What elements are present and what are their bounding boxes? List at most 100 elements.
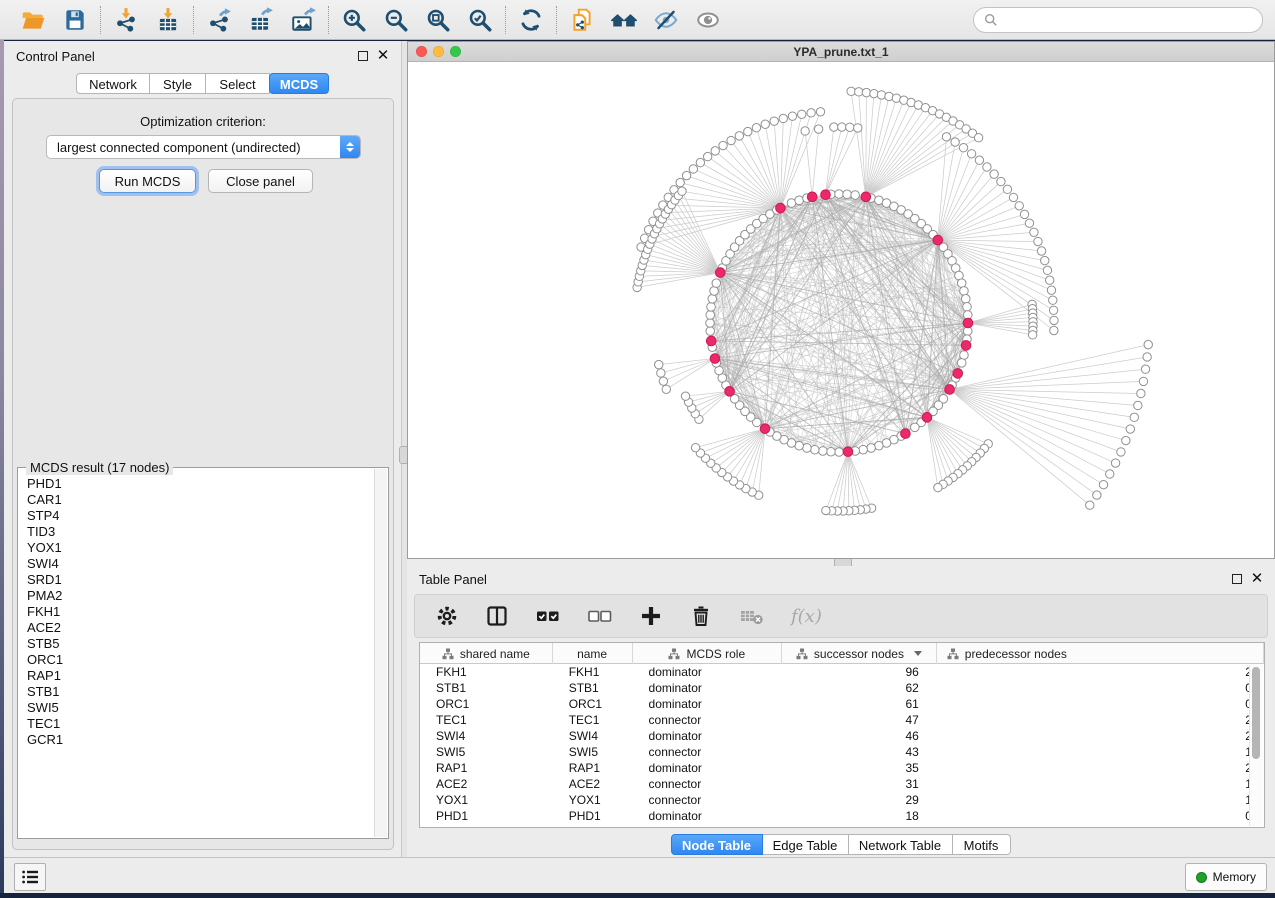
leaf-node[interactable]: [659, 377, 667, 385]
leaf-node[interactable]: [711, 147, 719, 155]
leaf-node[interactable]: [951, 138, 959, 146]
show-all-icon[interactable]: [692, 5, 724, 35]
leaf-node[interactable]: [1130, 413, 1138, 421]
leaf-node[interactable]: [870, 89, 878, 97]
leaf-node[interactable]: [719, 141, 727, 149]
leaf-node[interactable]: [862, 88, 870, 96]
mcds-result-item[interactable]: ORC1: [19, 652, 374, 668]
export-network-icon[interactable]: [203, 5, 235, 35]
leaf-node[interactable]: [1122, 436, 1130, 444]
leaf-node[interactable]: [1030, 228, 1038, 236]
leaf-node[interactable]: [967, 150, 975, 158]
table-row[interactable]: STB1STB1dominator620: [420, 680, 1264, 696]
leaf-node[interactable]: [681, 392, 689, 400]
ring-node[interactable]: [827, 447, 836, 456]
mcds-result-item[interactable]: ACE2: [19, 620, 374, 636]
table-row[interactable]: TEC1TEC1connector472: [420, 712, 1264, 728]
delete-column-icon[interactable]: [689, 604, 713, 628]
ring-node[interactable]: [960, 351, 969, 360]
leaf-node[interactable]: [1050, 326, 1058, 334]
mcds-result-item[interactable]: RAP1: [19, 668, 374, 684]
mcds-list-scrollbar[interactable]: [374, 469, 387, 837]
mcds-hub-node[interactable]: [710, 354, 720, 364]
leaf-node[interactable]: [1086, 501, 1094, 509]
leaf-node[interactable]: [838, 123, 846, 131]
scrollbar-thumb[interactable]: [1252, 667, 1260, 759]
column-header-predecessor-nodes[interactable]: predecessor nodes: [937, 643, 1264, 664]
network-canvas[interactable]: [408, 62, 1274, 558]
close-panel-button[interactable]: Close panel: [208, 169, 313, 193]
leaf-node[interactable]: [1093, 491, 1101, 499]
table-row[interactable]: SWI4SWI4dominator462: [420, 728, 1264, 744]
column-header-MCDS-role[interactable]: MCDS role: [633, 643, 783, 664]
hide-selected-icon[interactable]: [650, 5, 682, 35]
leaf-node[interactable]: [1049, 306, 1057, 314]
leaf-node[interactable]: [1046, 276, 1054, 284]
search-box[interactable]: [973, 7, 1263, 33]
deselect-all-rows-icon[interactable]: [587, 604, 613, 628]
mcds-hub-node[interactable]: [776, 203, 786, 213]
table-row[interactable]: PHD1PHD1dominator180: [420, 808, 1264, 824]
mcds-hub-node[interactable]: [807, 192, 817, 202]
leaf-node[interactable]: [975, 156, 983, 164]
mcds-result-item[interactable]: GCR1: [19, 732, 374, 748]
ring-node[interactable]: [811, 445, 820, 454]
ring-node[interactable]: [707, 303, 716, 312]
leaf-node[interactable]: [934, 483, 942, 491]
zoom-in-icon[interactable]: [338, 5, 370, 35]
float-panel-icon[interactable]: [1231, 573, 1243, 585]
close-panel-icon[interactable]: ✕: [1251, 573, 1263, 585]
leaf-node[interactable]: [761, 120, 769, 128]
leaf-node[interactable]: [1126, 425, 1134, 433]
leaf-node[interactable]: [1034, 237, 1042, 245]
tab-mcds[interactable]: MCDS: [269, 73, 329, 94]
leaf-node[interactable]: [942, 133, 950, 141]
tab-network[interactable]: Network: [76, 73, 150, 94]
ring-node[interactable]: [710, 287, 719, 296]
mcds-result-item[interactable]: SRD1: [19, 572, 374, 588]
leaf-node[interactable]: [847, 87, 855, 95]
leaf-node[interactable]: [1015, 202, 1023, 210]
leaf-node[interactable]: [959, 144, 967, 152]
ring-node[interactable]: [795, 196, 804, 205]
network-graph[interactable]: [408, 62, 1274, 558]
leaf-node[interactable]: [655, 360, 663, 368]
ring-node[interactable]: [960, 287, 969, 296]
leaf-node[interactable]: [1025, 219, 1033, 227]
mcds-hub-node[interactable]: [715, 268, 725, 278]
table-row[interactable]: FKH1FKH1dominator962: [420, 664, 1264, 680]
leaf-node[interactable]: [662, 385, 670, 393]
mcds-hub-node[interactable]: [922, 413, 932, 423]
mcds-hub-node[interactable]: [901, 429, 911, 439]
leaf-node[interactable]: [678, 187, 686, 195]
mcds-hub-node[interactable]: [953, 369, 963, 379]
tab-network-table[interactable]: Network Table: [849, 834, 953, 855]
leaf-node[interactable]: [1041, 256, 1049, 264]
leaf-node[interactable]: [735, 132, 743, 140]
export-table-icon[interactable]: [245, 5, 277, 35]
mcds-hub-node[interactable]: [933, 235, 943, 245]
ring-node[interactable]: [712, 279, 721, 288]
leaf-node[interactable]: [689, 165, 697, 173]
table-scrollbar[interactable]: [1249, 665, 1263, 826]
leaf-node[interactable]: [1099, 480, 1107, 488]
mcds-hub-node[interactable]: [706, 336, 716, 346]
ring-node[interactable]: [963, 303, 972, 312]
leaf-node[interactable]: [1143, 353, 1151, 361]
mcds-hub-node[interactable]: [963, 318, 973, 328]
leaf-node[interactable]: [752, 124, 760, 132]
mcds-result-item[interactable]: TEC1: [19, 716, 374, 732]
close-panel-icon[interactable]: ✕: [377, 50, 389, 62]
leaf-node[interactable]: [1144, 340, 1152, 348]
leaf-node[interactable]: [691, 443, 699, 451]
mcds-result-item[interactable]: STB1: [19, 684, 374, 700]
leaf-node[interactable]: [974, 134, 982, 142]
leaf-node[interactable]: [854, 124, 862, 132]
ring-node[interactable]: [819, 447, 828, 456]
mcds-hub-node[interactable]: [760, 424, 770, 434]
mcds-result-item[interactable]: FKH1: [19, 604, 374, 620]
leaf-node[interactable]: [990, 170, 998, 178]
ring-node[interactable]: [803, 444, 812, 453]
search-input[interactable]: [1004, 12, 1252, 28]
horizontal-splitter[interactable]: [407, 559, 1275, 566]
